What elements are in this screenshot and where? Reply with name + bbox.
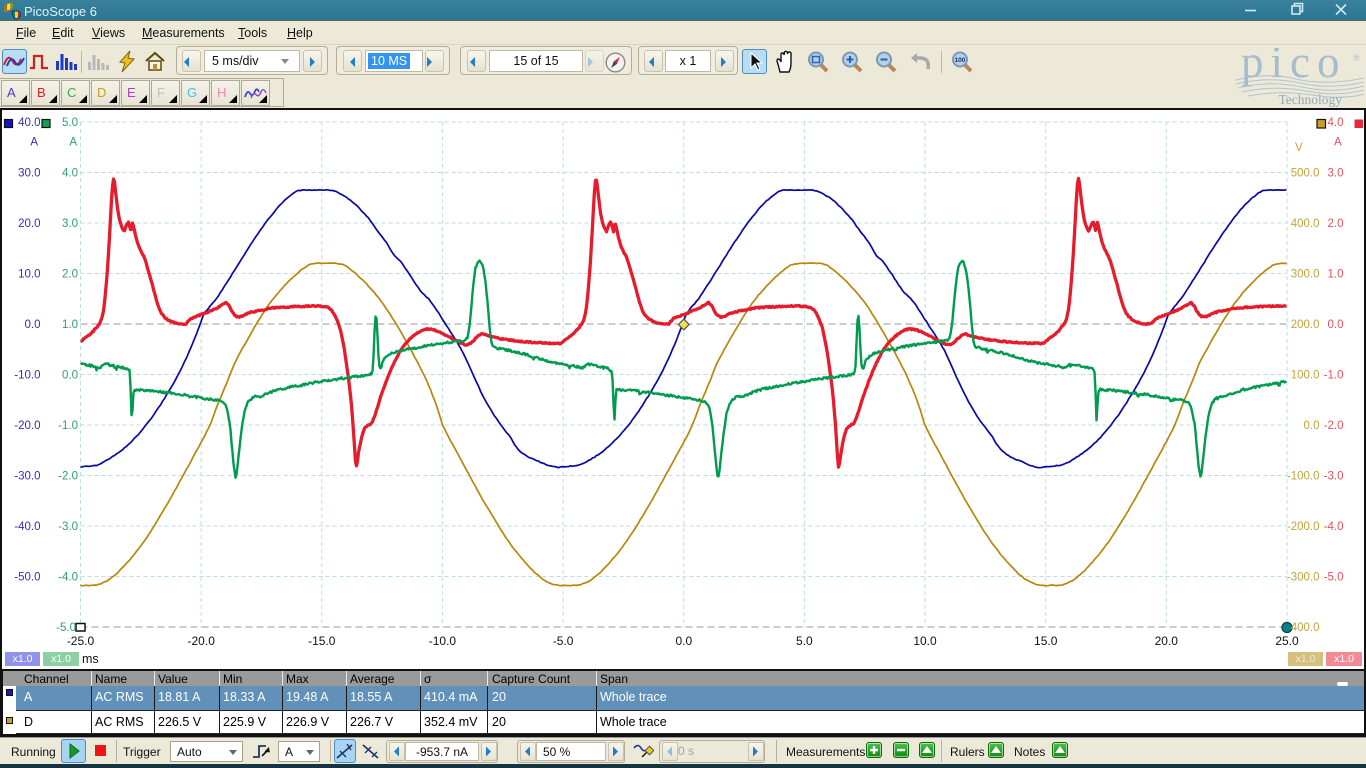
- svg-text:A: A: [30, 137, 38, 149]
- svg-text:0.0: 0.0: [25, 319, 41, 331]
- svg-text:40.0: 40.0: [18, 117, 40, 129]
- svg-text:-20.0: -20.0: [14, 420, 40, 432]
- svg-text:100: 100: [955, 57, 966, 64]
- svg-text:-3.0: -3.0: [1324, 471, 1344, 483]
- svg-text:20.0: 20.0: [18, 218, 40, 230]
- svg-text:-200.0: -200.0: [1287, 521, 1320, 533]
- svg-text:-5.0: -5.0: [1324, 572, 1344, 584]
- svg-text:-30.0: -30.0: [14, 471, 40, 483]
- svg-text:-3.0: -3.0: [58, 521, 78, 533]
- svg-text:V: V: [1295, 142, 1303, 154]
- svg-text:-40.0: -40.0: [14, 521, 40, 533]
- svg-text:-20.0: -20.0: [188, 634, 216, 648]
- svg-text:A: A: [69, 137, 77, 149]
- svg-text:5.0: 5.0: [796, 634, 813, 648]
- svg-text:-1.0: -1.0: [1324, 370, 1344, 382]
- svg-text:4.0: 4.0: [62, 168, 78, 180]
- svg-text:1.0: 1.0: [62, 319, 78, 331]
- svg-text:-50.0: -50.0: [14, 572, 40, 584]
- svg-text:0.0: 0.0: [675, 634, 692, 648]
- svg-text:30.0: 30.0: [18, 168, 40, 180]
- svg-text:5.0: 5.0: [62, 117, 78, 129]
- svg-text:-10.0: -10.0: [429, 634, 457, 648]
- svg-text:-2.0: -2.0: [1324, 420, 1344, 432]
- svg-text:-2.0: -2.0: [58, 471, 78, 483]
- svg-text:ms: ms: [82, 652, 99, 666]
- svg-text:2.0: 2.0: [1328, 218, 1344, 230]
- svg-text:-4.0: -4.0: [58, 572, 78, 584]
- svg-text:0.0: 0.0: [1328, 319, 1344, 331]
- svg-text:1.0: 1.0: [1328, 269, 1344, 281]
- svg-text:-300.0: -300.0: [1287, 572, 1320, 584]
- svg-text:0.0: 0.0: [1304, 420, 1320, 432]
- svg-text:10.0: 10.0: [913, 634, 937, 648]
- svg-text:-5.0: -5.0: [553, 634, 574, 648]
- svg-text:-10.0: -10.0: [14, 370, 40, 382]
- svg-text:-25.0: -25.0: [67, 634, 95, 648]
- svg-text:200.0: 200.0: [1291, 319, 1320, 331]
- svg-text:300.0: 300.0: [1291, 269, 1320, 281]
- svg-text:4.0: 4.0: [1328, 117, 1344, 129]
- svg-text:20.0: 20.0: [1155, 634, 1179, 648]
- svg-text:500.0: 500.0: [1291, 168, 1320, 180]
- svg-text:Technology: Technology: [1278, 92, 1342, 107]
- svg-text:-1.0: -1.0: [58, 420, 78, 432]
- svg-text:2.0: 2.0: [62, 269, 78, 281]
- svg-text:25.0: 25.0: [1275, 634, 1299, 648]
- svg-text:-5.0: -5.0: [56, 622, 76, 634]
- svg-text:10.0: 10.0: [18, 269, 40, 281]
- svg-text:400.0: 400.0: [1291, 218, 1320, 230]
- svg-text:pico: pico: [1241, 48, 1346, 87]
- svg-text:3.0: 3.0: [62, 218, 78, 230]
- svg-text:-100.0: -100.0: [1287, 471, 1320, 483]
- svg-text:3.0: 3.0: [1328, 168, 1344, 180]
- svg-text:0.0: 0.0: [62, 370, 78, 382]
- svg-text:-4.0: -4.0: [1324, 521, 1344, 533]
- svg-text:100.0: 100.0: [1291, 370, 1320, 382]
- svg-text:-15.0: -15.0: [308, 634, 336, 648]
- svg-text:400.0: 400.0: [1291, 622, 1320, 634]
- svg-text:A: A: [1334, 137, 1342, 149]
- svg-text:®: ®: [1353, 53, 1360, 63]
- svg-text:15.0: 15.0: [1034, 634, 1058, 648]
